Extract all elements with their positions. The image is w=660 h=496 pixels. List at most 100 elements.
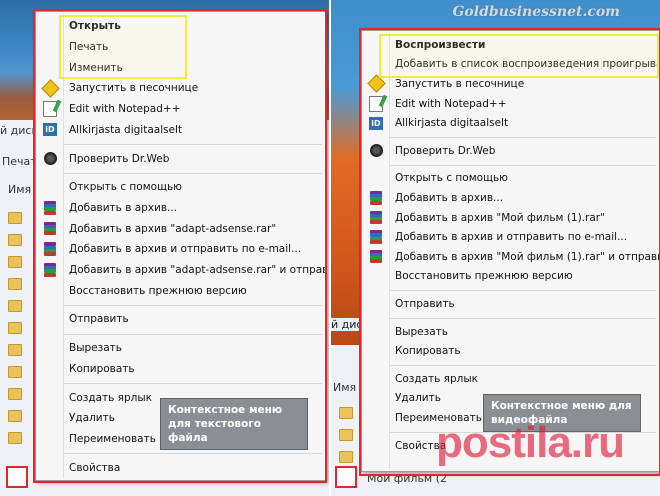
menu-item-label: Удалить	[395, 392, 441, 405]
menu-item[interactable]: Edit with Notepad++	[36, 99, 326, 120]
menu-item-label: Добавить в список воспроизведения проигр…	[395, 58, 660, 71]
menu-item-label: Добавить в архив "adapt-adsense.rar" и о…	[69, 264, 326, 277]
folder-icon[interactable]	[8, 410, 22, 422]
menu-item[interactable]: Воспроизвести	[362, 35, 660, 55]
menu-item[interactable]: Копировать	[36, 359, 326, 380]
folder-icon[interactable]	[8, 344, 22, 356]
winrar-icon	[42, 221, 58, 237]
site-watermark: Goldbusinessnet.com	[452, 4, 620, 20]
menu-item-label: Открыть с помощью	[69, 181, 182, 194]
menu-item[interactable]: Edit with Notepad++	[362, 94, 660, 114]
folder-icon[interactable]	[8, 432, 22, 444]
blank-icon	[368, 268, 384, 284]
folder-icon[interactable]	[8, 234, 22, 246]
blank-icon	[42, 311, 58, 327]
menu-item[interactable]: Восстановить прежнюю версию	[362, 267, 660, 287]
digisign-icon: iD	[42, 122, 58, 138]
folder-icon[interactable]	[8, 366, 22, 378]
folder-icon[interactable]	[8, 322, 22, 334]
callout-text-file: Контекстное меню для текстового файла	[160, 398, 308, 450]
folder-icon[interactable]	[8, 278, 22, 290]
menu-item[interactable]: Добавить в архив и отправить по e-mail..…	[36, 239, 326, 260]
folder-icon[interactable]	[8, 388, 22, 400]
menu-item[interactable]: Добавить в архив...	[36, 198, 326, 219]
notepad-icon	[42, 101, 58, 118]
menu-item[interactable]: Запустить в песочнице	[36, 78, 326, 99]
menu-separator	[64, 333, 322, 335]
menu-item[interactable]: iD Allkirjasta digitaalselt	[36, 120, 326, 141]
selected-text-file-icon[interactable]	[6, 466, 28, 488]
menu-item[interactable]: Открыть с помощью	[362, 169, 660, 189]
menu-item[interactable]: Проверить Dr.Web	[362, 141, 660, 161]
menu-item-label: Добавить в архив и отправить по e-mail..…	[69, 243, 302, 256]
menu-separator	[390, 317, 656, 319]
menu-item[interactable]: Открыть с помощью	[36, 177, 326, 198]
menu-item-label: Изменить	[69, 61, 123, 74]
menu-item[interactable]: Печать	[36, 37, 326, 58]
menu-item[interactable]: Проверить Dr.Web	[36, 148, 326, 169]
menu-item[interactable]: Запустить в песочнице	[362, 74, 660, 94]
menu-item[interactable]: Свойства	[36, 457, 326, 478]
blank-icon	[368, 410, 384, 426]
folder-icon[interactable]	[8, 256, 22, 268]
explorer-disk-label: й диск	[0, 124, 34, 137]
blank-icon	[368, 37, 384, 53]
menu-item-label: Создать ярлык	[69, 391, 153, 404]
menu-item[interactable]: Отправить	[362, 294, 660, 314]
menu-item[interactable]: Создать ярлык	[362, 369, 660, 389]
menu-item[interactable]: Открыть	[36, 16, 326, 37]
folder-icon[interactable]	[339, 429, 353, 441]
winrar-icon	[368, 190, 384, 206]
menu-item-label: Удалить	[69, 412, 115, 425]
digisign-icon: iD	[368, 115, 384, 131]
menu-item[interactable]: Изменить	[36, 57, 326, 78]
menu-item-label: Копировать	[395, 345, 461, 358]
explorer-print-button[interactable]: Печать	[2, 155, 36, 168]
selected-video-file-icon[interactable]	[335, 466, 357, 488]
blank-icon	[42, 460, 58, 476]
menu-item[interactable]: Отправить	[36, 309, 326, 330]
menu-item[interactable]: Добавить в архив "adapt-adsense.rar" и о…	[36, 260, 326, 281]
menu-item-label: Добавить в архив и отправить по e-mail..…	[395, 231, 628, 244]
menu-separator	[390, 290, 656, 292]
menu-item-label: Вырезать	[395, 325, 448, 338]
blank-icon	[368, 438, 384, 454]
menu-item-label: Печать	[69, 41, 109, 54]
folder-icon[interactable]	[339, 451, 353, 463]
menu-item[interactable]: iD Allkirjasta digitaalselt	[362, 113, 660, 133]
blank-icon	[42, 179, 58, 195]
menu-item[interactable]: Копировать	[362, 341, 660, 361]
menu-item-label: Allkirjasta digitaalselt	[395, 117, 509, 130]
blank-icon	[368, 390, 384, 406]
menu-item[interactable]: Вырезать	[36, 338, 326, 359]
menu-item[interactable]: Добавить в архив "adapt-adsense.rar"	[36, 218, 326, 239]
menu-separator	[64, 453, 322, 455]
blank-icon	[368, 296, 384, 312]
blank-icon	[368, 371, 384, 387]
menu-item[interactable]: Вырезать	[362, 322, 660, 342]
menu-item[interactable]: Добавить в архив и отправить по e-mail..…	[362, 227, 660, 247]
menu-item-label: Добавить в архив...	[69, 201, 178, 214]
sandbox-icon	[40, 79, 60, 98]
menu-item-label: Добавить в архив "Мой фильм (1).rar"	[395, 211, 605, 224]
menu-item[interactable]: Добавить в архив "Мой фильм (1).rar"	[362, 208, 660, 228]
menu-item[interactable]: Восстановить прежнюю версию	[36, 280, 326, 301]
drweb-icon	[368, 143, 384, 159]
folder-icon[interactable]	[339, 407, 353, 419]
menu-item-label: Запустить в песочнице	[395, 77, 525, 90]
menu-item[interactable]: Добавить в список воспроизведения проигр…	[362, 55, 660, 75]
file-row-label[interactable]: Мой фильм (2)	[367, 472, 447, 485]
menu-item[interactable]: Добавить в архив "Мой фильм (1).rar" и о…	[362, 247, 660, 267]
folder-icon[interactable]	[8, 212, 22, 224]
menu-separator	[390, 137, 656, 138]
menu-item[interactable]: Добавить в архив...	[362, 188, 660, 208]
sandbox-icon	[366, 74, 386, 94]
folder-icon[interactable]	[8, 300, 22, 312]
blank-icon	[42, 39, 58, 55]
blank-icon	[42, 361, 58, 377]
menu-item-label: Проверить Dr.Web	[69, 152, 170, 165]
winrar-icon	[42, 241, 58, 257]
winrar-icon	[368, 229, 384, 245]
drweb-icon	[42, 151, 58, 167]
winrar-icon	[42, 262, 58, 278]
